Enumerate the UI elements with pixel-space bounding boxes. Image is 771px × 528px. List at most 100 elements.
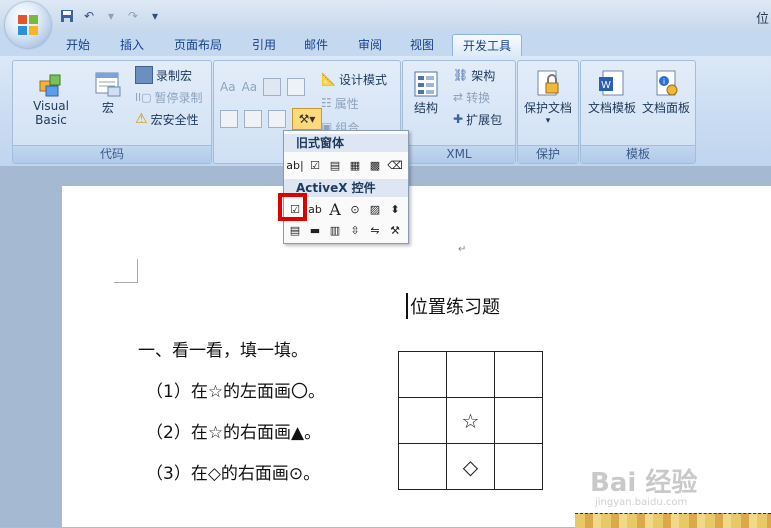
grid-cell[interactable] bbox=[494, 351, 543, 398]
templates-group: W 文档模板 i 文档面板 模板 bbox=[580, 60, 696, 164]
tab-home[interactable]: 开始 bbox=[63, 34, 93, 56]
tab-references[interactable]: 引用 bbox=[249, 34, 279, 56]
schema-icon: ⛓ bbox=[453, 68, 469, 82]
tab-view[interactable]: 视图 bbox=[407, 34, 437, 56]
tab-mailings[interactable]: 邮件 bbox=[301, 34, 331, 56]
tab-page-layout[interactable]: 页面布局 bbox=[171, 34, 225, 56]
legacy-tools-dropdown: 旧式窗体 ab| ☑ ▤ ▦ ▩ ⌫ ActiveX 控件 ☑ ab A ⊙ ▨… bbox=[283, 130, 409, 244]
protect-group: 保护文档 ▾ 保护 bbox=[517, 60, 579, 164]
document-panel-icon: i bbox=[656, 70, 678, 96]
office-button[interactable] bbox=[5, 2, 51, 48]
structure-button[interactable]: 结构 bbox=[411, 69, 441, 116]
macros-button[interactable]: 宏 bbox=[93, 69, 123, 116]
grid-cell-diamond[interactable]: ◇ bbox=[446, 443, 495, 490]
plain-text-control-icon[interactable]: Aa bbox=[242, 80, 258, 94]
frame-icon[interactable]: ▦ bbox=[346, 156, 364, 174]
option-button-icon[interactable]: ⊙ bbox=[346, 200, 364, 218]
expansion-packs-button[interactable]: ✚ 扩展包 bbox=[453, 109, 502, 129]
protect-document-label: 保护文档 bbox=[523, 101, 572, 115]
picture-control-icon[interactable] bbox=[263, 78, 282, 96]
exercise-item-2[interactable]: （2）在☆的右面画▲。 bbox=[146, 418, 321, 443]
chevron-down-icon[interactable]: ▾ bbox=[102, 7, 120, 25]
pause-recording-button[interactable]: ll▢ 暂停录制 bbox=[135, 87, 203, 107]
document-template-button[interactable]: W 文档模板 bbox=[585, 69, 639, 116]
properties-label: 属性 bbox=[334, 96, 359, 111]
visual-basic-button[interactable]: Visual Basic bbox=[17, 69, 85, 127]
protect-document-button[interactable]: 保护文档 ▾ bbox=[520, 69, 576, 126]
command-button-icon[interactable]: ▬ bbox=[306, 221, 324, 239]
combo-box-control-icon[interactable] bbox=[287, 78, 306, 96]
design-mode-button[interactable]: 📐 设计模式 bbox=[321, 69, 387, 89]
document-panel-button[interactable]: i 文档面板 bbox=[639, 69, 693, 116]
date-picker-control-icon[interactable] bbox=[244, 110, 262, 128]
toggle-icon[interactable]: ⇋ bbox=[366, 221, 384, 239]
listbox-icon[interactable]: ▤ bbox=[286, 221, 304, 239]
combobox-icon[interactable]: ▤ bbox=[326, 156, 344, 174]
grid-cell[interactable] bbox=[446, 351, 495, 398]
grid-cell[interactable] bbox=[398, 351, 447, 398]
redo-icon[interactable]: ↷ bbox=[124, 7, 142, 25]
legacy-tools-button[interactable]: ⚒▾ bbox=[292, 108, 322, 130]
design-mode-label: 设计模式 bbox=[338, 72, 387, 87]
baidu-watermark-url: jingyan.baidu.com bbox=[595, 497, 688, 508]
design-mode-icon: 📐 bbox=[321, 72, 336, 86]
label-icon[interactable]: A bbox=[326, 200, 344, 219]
grid-row bbox=[398, 351, 543, 398]
undo-icon[interactable]: ↶ bbox=[80, 7, 98, 25]
macros-label: 宏 bbox=[101, 101, 114, 115]
properties-button[interactable]: ☷ 属性 bbox=[321, 93, 359, 113]
legacy-forms-header: 旧式窗体 bbox=[284, 134, 408, 152]
checkbox-icon[interactable]: ☑ bbox=[306, 156, 324, 174]
exercise-item-1[interactable]: （1）在☆的左面画〇。 bbox=[146, 377, 325, 402]
grid-cell[interactable] bbox=[398, 443, 447, 490]
scrollbar-icon[interactable]: ⇳ bbox=[346, 221, 364, 239]
grid-cell[interactable] bbox=[398, 397, 447, 444]
rich-text-control-icon[interactable]: Aa bbox=[220, 80, 236, 94]
building-block-control-icon[interactable] bbox=[268, 110, 286, 128]
properties-icon: ☷ bbox=[321, 96, 332, 110]
legacy-forms-row: ab| ☑ ▤ ▦ ▩ ⌫ bbox=[286, 156, 404, 174]
dropdown-list-control-icon[interactable] bbox=[220, 110, 238, 128]
expansion-packs-label: 扩展包 bbox=[466, 112, 503, 127]
transform-button[interactable]: ⇄ 转换 bbox=[453, 87, 490, 107]
margin-corner-mark bbox=[114, 259, 138, 283]
macro-security-label: 宏安全性 bbox=[150, 112, 199, 127]
controls-row-2: ⚒▾ bbox=[220, 108, 322, 130]
combobox-icon[interactable]: ▥ bbox=[326, 221, 344, 239]
grid-cell-star[interactable]: ☆ bbox=[446, 397, 495, 444]
exercise-item-3[interactable]: （3）在◇的右面画⊙。 bbox=[146, 459, 320, 484]
window-title: 位 bbox=[755, 12, 769, 27]
structure-label: 结构 bbox=[413, 101, 438, 115]
customize-icon[interactable]: ▾ bbox=[146, 7, 164, 25]
quick-access-toolbar: ↶ ▾ ↷ ▾ bbox=[58, 6, 164, 26]
templates-group-label: 模板 bbox=[581, 145, 695, 163]
save-icon[interactable] bbox=[58, 7, 76, 25]
document-title[interactable]: 位置练习题 bbox=[406, 293, 500, 319]
textbox-icon[interactable]: ab bbox=[306, 200, 324, 218]
record-macro-button[interactable]: 录制宏 bbox=[135, 65, 192, 85]
grid-cell[interactable] bbox=[494, 397, 543, 444]
macro-security-button[interactable]: ⚠ 宏安全性 bbox=[135, 109, 199, 129]
record-macro-label: 录制宏 bbox=[156, 68, 193, 83]
grid-row: ☆ bbox=[398, 397, 543, 444]
tab-developer[interactable]: 开发工具 bbox=[452, 34, 523, 57]
tab-insert[interactable]: 插入 bbox=[117, 34, 147, 56]
pause-icon: ll▢ bbox=[135, 90, 152, 104]
decorative-image bbox=[575, 513, 771, 528]
ribbon-tab-bar: 开始 插入 页面布局 引用 邮件 审阅 视图 开发工具 bbox=[0, 32, 771, 57]
visual-basic-icon bbox=[39, 74, 61, 97]
pause-recording-label: 暂停录制 bbox=[154, 90, 203, 105]
tab-review[interactable]: 审阅 bbox=[355, 34, 385, 56]
more-controls-icon[interactable]: ⚒ bbox=[386, 221, 404, 239]
text-field-icon[interactable]: ab| bbox=[286, 156, 304, 174]
office-logo-icon bbox=[18, 15, 38, 35]
image-icon[interactable]: ▨ bbox=[366, 200, 384, 218]
eraser-icon[interactable]: ⌫ bbox=[386, 156, 404, 174]
position-grid[interactable]: ☆ ◇ bbox=[398, 351, 543, 490]
expansion-packs-icon: ✚ bbox=[453, 112, 464, 126]
shading-icon[interactable]: ▩ bbox=[366, 156, 384, 174]
spin-button-icon[interactable]: ⬍ bbox=[386, 200, 404, 218]
schema-button[interactable]: ⛓ 架构 bbox=[453, 65, 495, 85]
grid-cell[interactable] bbox=[494, 443, 543, 490]
section-heading[interactable]: 一、看一看，填一填。 bbox=[138, 336, 308, 361]
